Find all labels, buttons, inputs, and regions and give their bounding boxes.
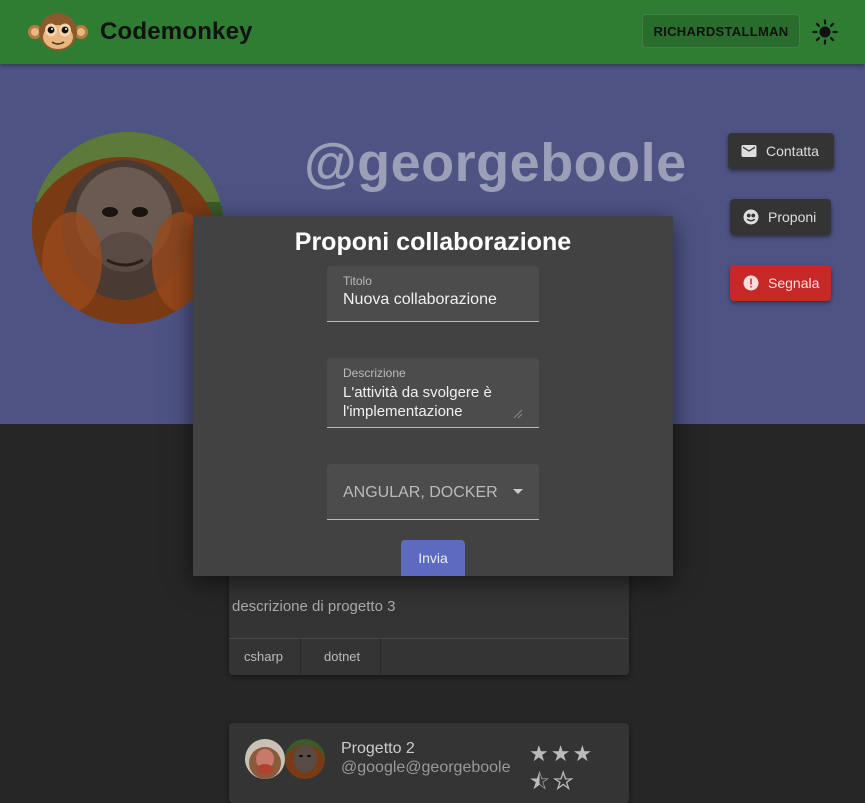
report-button[interactable]: Segnala	[730, 265, 831, 301]
star-full-icon[interactable]: ★	[572, 741, 594, 766]
description-field[interactable]: Descrizione L'attività da svolgere è l'i…	[327, 358, 539, 428]
title-field[interactable]: Titolo Nuova collaborazione	[327, 266, 539, 322]
project-name[interactable]: Progetto 2	[341, 740, 415, 758]
app-brand-title[interactable]: Codemonkey	[100, 18, 253, 46]
mail-icon	[740, 142, 758, 160]
submit-button[interactable]: Invia	[401, 540, 465, 576]
member-avatar[interactable]	[245, 739, 285, 779]
contact-button[interactable]: Contatta	[728, 133, 834, 169]
dialog-title: Proponi collaborazione	[294, 228, 572, 256]
propose-button[interactable]: Proponi	[730, 199, 831, 235]
title-field-value[interactable]: Nuova collaborazione	[343, 291, 497, 309]
project-card[interactable]: Progetto 2 @google@georgeboole ★★★ ⯪☆	[229, 723, 629, 803]
propose-collaboration-dialog: Proponi collaborazione Titolo Nuova coll…	[193, 216, 673, 576]
title-field-label: Titolo	[343, 274, 372, 288]
project-owner: @google@georgeboole	[341, 759, 511, 776]
description-textarea[interactable]: L'attività da svolgere è l'implementazio…	[343, 383, 523, 421]
profile-username: @georgeboole	[304, 133, 687, 193]
tag-chip[interactable]: csharp	[229, 638, 301, 675]
propose-button-label: Proponi	[768, 209, 817, 225]
handshake-icon	[742, 208, 760, 226]
monkey-logo-icon[interactable]	[27, 12, 89, 52]
star-full-icon[interactable]: ★	[551, 741, 573, 766]
tag-chip[interactable]: dotnet	[309, 638, 381, 675]
top-app-bar: Codemonkey RICHARDSTALLMAN	[0, 0, 865, 64]
chevron-down-icon[interactable]	[513, 489, 523, 494]
star-full-icon[interactable]: ★	[529, 741, 551, 766]
sun-icon[interactable]	[812, 19, 838, 45]
project-card[interactable]: descrizione di progetto 3 csharp dotnet	[229, 560, 629, 675]
star-half-icon[interactable]: ⯪	[529, 769, 552, 794]
star-empty-icon[interactable]: ☆	[552, 769, 577, 794]
project-description: descrizione di progetto 3	[232, 598, 396, 615]
rating-stars[interactable]: ★★★ ⯪☆	[529, 740, 609, 796]
resize-handle-icon[interactable]	[513, 409, 523, 419]
description-field-label: Descrizione	[343, 366, 406, 380]
user-account-button[interactable]: RICHARDSTALLMAN	[642, 14, 800, 48]
contact-button-label: Contatta	[766, 143, 819, 159]
alert-icon	[742, 274, 760, 292]
report-button-label: Segnala	[768, 275, 820, 291]
technologies-select[interactable]: ANGULAR, DOCKER	[327, 464, 539, 520]
member-avatar[interactable]	[285, 739, 325, 779]
technologies-select-value: ANGULAR, DOCKER	[343, 484, 498, 501]
